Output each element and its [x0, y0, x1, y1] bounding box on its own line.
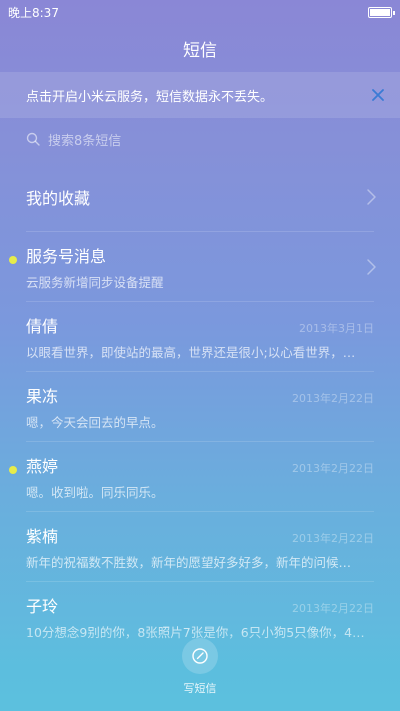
conversation-name: 子玲 [26, 597, 59, 616]
message-preview: 嗯，今天会回去的早点。 [26, 415, 164, 430]
conversation-name: 倩倩 [26, 317, 59, 336]
row-header: 我的收藏 [26, 185, 374, 209]
compose-button[interactable]: 写短信 [0, 638, 400, 696]
compose-icon[interactable] [182, 638, 218, 674]
conversation-list: 我的收藏 服务号消息 云服务新增同步设备提醒 倩倩 2013年3月1日 以眼看世… [0, 162, 400, 652]
message-preview: 新年的祝福数不胜数，新年的愿望好多好多，新年的问候… [26, 555, 352, 570]
conversation-date: 2013年2月22日 [292, 392, 374, 405]
list-item-conversation[interactable]: 燕婷 2013年2月22日 嗯。收到啦。同乐同乐。 [0, 442, 400, 512]
battery-icon [368, 6, 395, 18]
search-placeholder: 搜索8条短信 [48, 133, 122, 149]
list-item-conversation[interactable]: 果冻 2013年2月22日 嗯，今天会回去的早点。 [0, 372, 400, 442]
title-bar: 短信 [0, 24, 400, 72]
status-time: 晚上8:37 [8, 5, 59, 20]
list-item-favorites[interactable]: 我的收藏 [0, 162, 400, 232]
search-icon [26, 132, 40, 146]
row-header: 果冻 2013年2月22日 [26, 383, 374, 407]
conversation-date: 2013年2月22日 [292, 462, 374, 475]
list-item-conversation[interactable]: 紫楠 2013年2月22日 新年的祝福数不胜数，新年的愿望好多好多，新年的问候… [0, 512, 400, 582]
row-header: 紫楠 2013年2月22日 [26, 523, 374, 547]
list-item-service-messages[interactable]: 服务号消息 云服务新增同步设备提醒 [0, 232, 400, 302]
list-item-conversation[interactable]: 倩倩 2013年3月1日 以眼看世界，即使站的最高，世界还是很小;以心看世界，… [0, 302, 400, 372]
conversation-name: 我的收藏 [26, 189, 91, 208]
conversation-name: 服务号消息 [26, 247, 107, 266]
row-header: 倩倩 2013年3月1日 [26, 313, 374, 337]
conversation-name: 果冻 [26, 387, 59, 406]
page-title: 短信 [183, 40, 217, 61]
chevron-right-icon [364, 188, 378, 206]
message-preview: 嗯。收到啦。同乐同乐。 [26, 485, 164, 500]
row-header: 子玲 2013年2月22日 [26, 593, 374, 617]
banner-text: 点击开启小米云服务，短信数据永不丢失。 [26, 89, 274, 105]
message-preview: 云服务新增同步设备提醒 [26, 275, 164, 290]
conversation-date: 2013年2月22日 [292, 602, 374, 615]
row-header: 服务号消息 [26, 243, 374, 267]
row-header: 燕婷 2013年2月22日 [26, 453, 374, 477]
close-icon[interactable] [368, 85, 388, 105]
unread-dot [9, 466, 17, 474]
search-input[interactable]: 搜索8条短信 [26, 124, 374, 154]
cloud-service-banner[interactable]: 点击开启小米云服务，短信数据永不丢失。 [0, 72, 400, 118]
conversation-date: 2013年3月1日 [299, 322, 374, 335]
conversation-name: 燕婷 [26, 457, 59, 476]
battery-fill [370, 8, 390, 16]
message-preview: 以眼看世界，即使站的最高，世界还是很小;以心看世界，… [26, 345, 356, 360]
unread-dot [9, 256, 17, 264]
chevron-right-icon [364, 258, 378, 276]
conversation-name: 紫楠 [26, 527, 59, 546]
compose-label: 写短信 [183, 682, 217, 695]
conversation-date: 2013年2月22日 [292, 532, 374, 545]
status-bar: 晚上8:37 [0, 0, 400, 24]
